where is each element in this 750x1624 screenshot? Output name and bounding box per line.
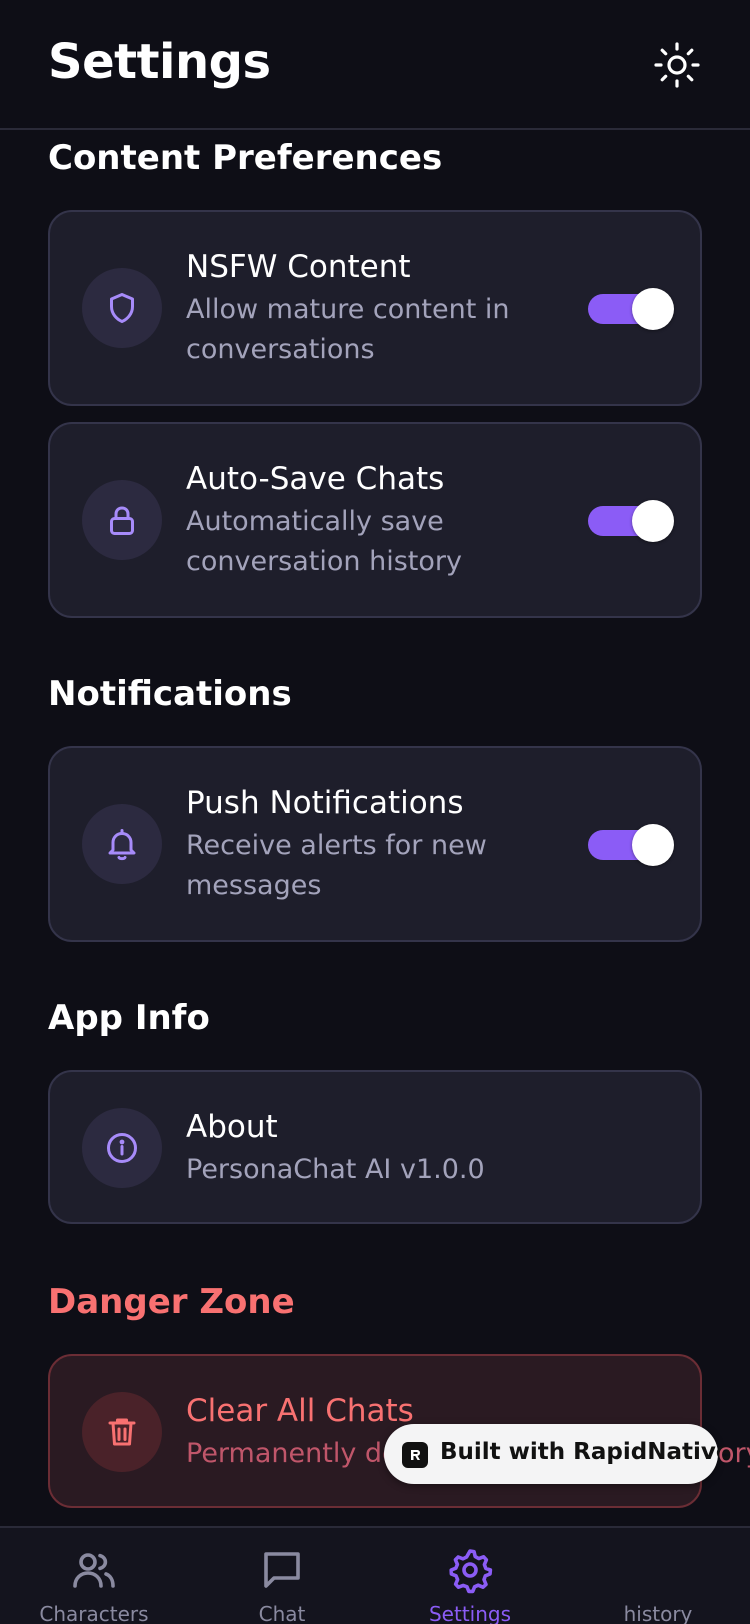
- danger-description-overflow: ory: [718, 1438, 750, 1469]
- tab-history[interactable]: history: [578, 1528, 738, 1624]
- bell-icon: [108, 829, 136, 861]
- rapidnative-logo-icon: [402, 1442, 428, 1468]
- app-version: PersonaChat AI v1.0.0: [186, 1154, 485, 1185]
- icon-container: [82, 1392, 162, 1472]
- icon-container: [82, 268, 162, 348]
- setting-card-auto-save[interactable]: Auto-Save Chats Automatically save conve…: [48, 422, 702, 618]
- trash-icon: [108, 1418, 136, 1446]
- setting-text: About PersonaChat AI v1.0.0: [186, 1106, 560, 1190]
- icon-container: [82, 804, 162, 884]
- gear-icon: [449, 1549, 493, 1594]
- tab-settings[interactable]: Settings: [390, 1528, 550, 1624]
- tab-label: Settings: [428, 1602, 512, 1624]
- nsfw-toggle[interactable]: [588, 288, 674, 330]
- app-header: Settings: [0, 0, 750, 130]
- icon-container: [82, 1108, 162, 1188]
- info-icon: [107, 1133, 137, 1163]
- setting-title: Auto-Save Chats: [186, 461, 445, 497]
- section-title-app-info: App Info: [48, 998, 210, 1038]
- icon-container: [82, 480, 162, 560]
- setting-text: NSFW Content Allow mature content in con…: [186, 246, 560, 370]
- sun-icon: [654, 42, 700, 88]
- theme-toggle-button[interactable]: [650, 38, 704, 92]
- tab-label: Characters: [39, 1602, 149, 1624]
- setting-text: Push Notifications Receive alerts for ne…: [186, 782, 560, 906]
- setting-card-about[interactable]: About PersonaChat AI v1.0.0: [48, 1070, 702, 1224]
- settings-scroll-area[interactable]: Content Preferences NSFW Content Allow m…: [0, 132, 750, 1526]
- built-with-badge[interactable]: Built with RapidNative: [384, 1424, 731, 1484]
- lock-icon: [110, 506, 134, 535]
- section-title-danger-zone: Danger Zone: [48, 1282, 295, 1322]
- setting-title: About: [186, 1109, 278, 1145]
- setting-title: Push Notifications: [186, 785, 464, 821]
- section-title-content-preferences: Content Preferences: [48, 138, 443, 178]
- toggle-knob: [632, 288, 674, 330]
- setting-description: Allow mature content in conversations: [186, 294, 510, 365]
- setting-card-push-notifications[interactable]: Push Notifications Receive alerts for ne…: [48, 746, 702, 942]
- setting-title: NSFW Content: [186, 249, 411, 285]
- setting-card-nsfw[interactable]: NSFW Content Allow mature content in con…: [48, 210, 702, 406]
- bottom-tab-bar: Characters Chat Settings history: [0, 1526, 750, 1624]
- section-title-notifications: Notifications: [48, 674, 292, 714]
- toggle-knob: [632, 824, 674, 866]
- tab-chat[interactable]: Chat: [202, 1528, 362, 1624]
- users-icon: [73, 1553, 115, 1588]
- auto-save-toggle[interactable]: [588, 500, 674, 542]
- setting-description: Receive alerts for new messages: [186, 830, 487, 901]
- tab-label: Chat: [258, 1602, 306, 1624]
- tab-characters[interactable]: Characters: [14, 1528, 174, 1624]
- badge-label: Built with RapidNative: [440, 1439, 732, 1465]
- setting-text: Auto-Save Chats Automatically save conve…: [186, 458, 560, 582]
- shield-icon: [110, 293, 134, 323]
- chat-bubble-icon: [264, 1552, 300, 1588]
- page-title: Settings: [48, 34, 271, 90]
- tab-label: history: [623, 1602, 693, 1624]
- toggle-knob: [632, 500, 674, 542]
- push-notifications-toggle[interactable]: [588, 824, 674, 866]
- setting-description: Automatically save conversation history: [186, 506, 462, 577]
